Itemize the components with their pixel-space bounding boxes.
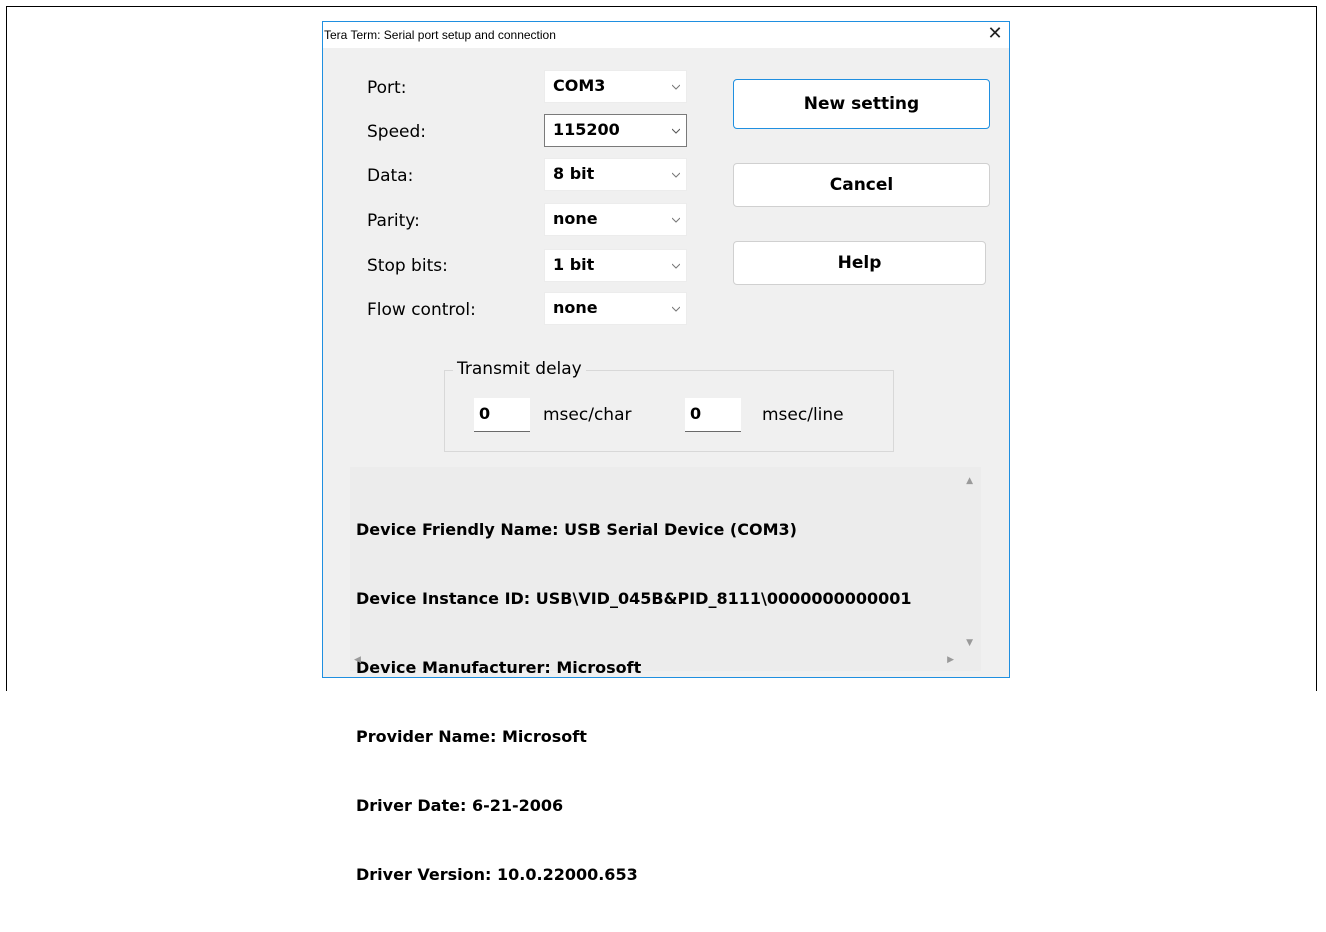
data-select[interactable]: 8 bit (544, 158, 687, 191)
port-select[interactable]: COM3 (544, 70, 687, 103)
msec-line-label: msec/line (762, 405, 844, 425)
port-label: Port: (367, 78, 407, 98)
parity-value: none (553, 209, 598, 228)
device-info-text: Device Friendly Name: USB Serial Device … (356, 472, 912, 932)
port-value: COM3 (553, 76, 606, 95)
provider-name: Provider Name: Microsoft (356, 727, 587, 746)
chevron-down-icon (672, 128, 680, 134)
serial-setup-dialog: Tera Term: Serial port setup and connect… (322, 21, 1010, 884)
transmit-delay-legend: Transmit delay (453, 359, 586, 379)
chevron-down-icon (672, 84, 680, 90)
msec-char-label: msec/char (543, 405, 632, 425)
parity-select[interactable]: none (544, 203, 687, 236)
flow-control-select[interactable]: none (544, 292, 687, 325)
chevron-down-icon (672, 263, 680, 269)
chevron-down-icon (672, 172, 680, 178)
chevron-down-icon (672, 306, 680, 312)
driver-version: Driver Version: 10.0.22000.653 (356, 865, 638, 884)
data-label: Data: (367, 166, 414, 186)
device-manufacturer: Device Manufacturer: Microsoft (356, 658, 642, 677)
device-info-textbox[interactable]: Device Friendly Name: USB Serial Device … (350, 467, 981, 884)
dialog-title: Tera Term: Serial port setup and connect… (324, 28, 556, 42)
msec-char-value: 0 (479, 404, 491, 423)
cancel-button[interactable]: Cancel (733, 163, 990, 207)
scroll-up-icon[interactable]: ▲ (966, 476, 973, 486)
help-button[interactable]: Help (733, 241, 986, 285)
stop-bits-select[interactable]: 1 bit (544, 249, 687, 282)
stop-bits-label: Stop bits: (367, 256, 448, 276)
speed-value: 115200 (553, 120, 620, 139)
device-friendly-name: Device Friendly Name: USB Serial Device … (356, 520, 797, 539)
chevron-down-icon (672, 217, 680, 223)
speed-select[interactable]: 115200 (544, 114, 687, 147)
title-bar[interactable]: Tera Term: Serial port setup and connect… (323, 22, 1009, 48)
scroll-left-icon[interactable]: ◀ (354, 655, 361, 665)
scroll-right-icon[interactable]: ▶ (947, 655, 954, 665)
new-setting-button[interactable]: New setting (733, 79, 990, 129)
flow-control-label: Flow control: (367, 300, 476, 320)
parity-label: Parity: (367, 211, 420, 231)
speed-label: Speed: (367, 122, 427, 142)
msec-char-input[interactable]: 0 (474, 398, 530, 432)
msec-line-value: 0 (690, 404, 702, 423)
transmit-delay-group: Transmit delay 0 msec/char 0 msec/line (444, 359, 894, 452)
stop-bits-value: 1 bit (553, 255, 595, 274)
msec-line-input[interactable]: 0 (685, 398, 741, 432)
scroll-down-icon[interactable]: ▼ (966, 638, 973, 648)
device-instance-id: Device Instance ID: USB\VID_045B&PID_811… (356, 589, 912, 608)
close-icon[interactable]: ✕ (985, 23, 1005, 45)
flow-control-value: none (553, 298, 598, 317)
data-value: 8 bit (553, 164, 595, 183)
driver-date: Driver Date: 6-21-2006 (356, 796, 564, 815)
